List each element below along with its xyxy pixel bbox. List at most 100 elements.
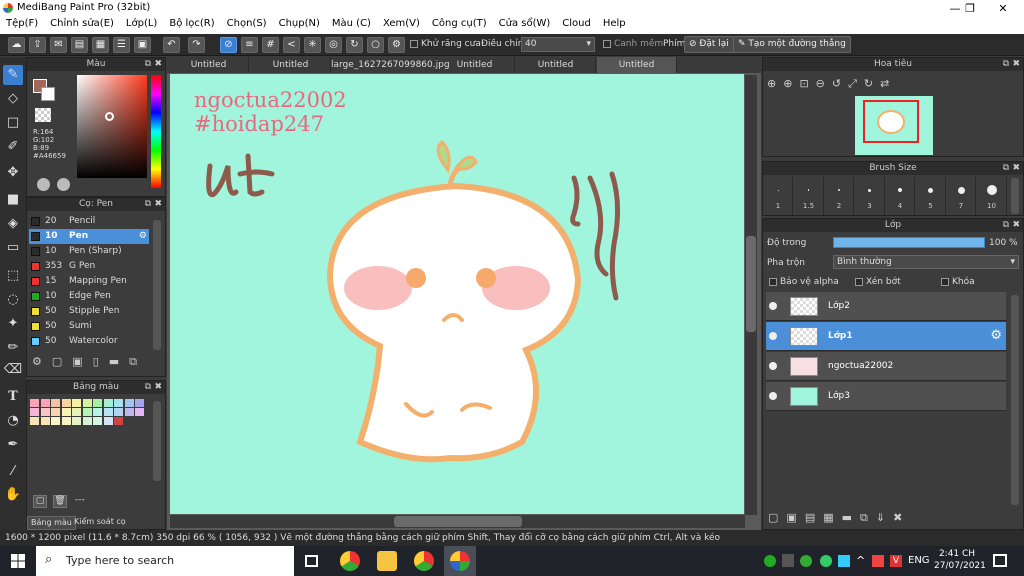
palette-swatch[interactable] — [103, 417, 113, 425]
dropper-icon[interactable]: ⁄ — [3, 462, 23, 482]
tab-document[interactable]: large_1627267099860.jpg — [331, 57, 450, 73]
chrome-icon[interactable] — [340, 551, 360, 571]
navigator-thumbnail[interactable] — [855, 96, 933, 155]
vanishing-snap-icon[interactable]: < — [283, 37, 300, 53]
palette-swatch[interactable] — [124, 399, 134, 407]
close-icon[interactable]: ✖ — [1012, 219, 1020, 232]
brush-size-item[interactable]: 7 — [946, 177, 976, 215]
palette-swatch[interactable] — [30, 408, 39, 416]
float-icon[interactable]: ⧉ — [145, 58, 151, 71]
palette-swatch[interactable] — [61, 417, 71, 425]
menu-cloud[interactable]: Cloud — [556, 17, 597, 34]
layer-scrollbar[interactable] — [1011, 295, 1019, 505]
lasso-tool-icon[interactable]: ◌ — [3, 290, 23, 310]
delete-layer-icon[interactable]: ✖ — [893, 511, 910, 524]
shape-tool-icon[interactable]: ■ — [3, 190, 23, 210]
close-icon[interactable]: ✖ — [1012, 58, 1020, 71]
hue-slider[interactable] — [151, 75, 161, 188]
palette-swatch[interactable] — [114, 408, 123, 416]
tab-document[interactable]: Untitled — [251, 57, 331, 73]
eye-icon[interactable] — [769, 392, 777, 400]
lock-checkbox[interactable]: Khóa — [941, 277, 975, 287]
tab-document[interactable]: Untitled — [516, 57, 596, 73]
brush-item[interactable]: 20 Pencil — [29, 214, 149, 229]
palette-swatch[interactable] — [135, 408, 144, 416]
clock[interactable]: 2:41 CH 27/07/2021 — [934, 548, 986, 572]
palette-swatch[interactable] — [40, 399, 50, 407]
zoom-fit-icon[interactable]: ⊕ — [767, 77, 783, 90]
layer-row-selected[interactable]: Lớp1 ⚙ — [766, 322, 1006, 351]
blend-select[interactable]: Bình thường ▾ — [833, 255, 1019, 269]
cross-snap-icon[interactable]: # — [262, 37, 279, 53]
new-halftone-icon[interactable]: ▣ — [786, 511, 804, 524]
menu-snap[interactable]: Chụp(N) — [273, 17, 326, 34]
hand-tool-icon[interactable]: ✋ — [3, 485, 23, 505]
language-indicator[interactable]: ENG — [908, 555, 930, 566]
close-icon[interactable]: ✖ — [154, 58, 162, 71]
palette-swatch[interactable] — [93, 399, 102, 407]
float-icon[interactable]: ⧉ — [1003, 58, 1009, 71]
close-icon[interactable]: ✖ — [1012, 162, 1020, 175]
reset-button[interactable]: ⊘ Đặt lại — [684, 36, 734, 53]
select-eraser-icon[interactable]: ⌫ — [3, 360, 23, 380]
chrome-icon-2[interactable] — [414, 551, 434, 571]
canvas-hscrollbar[interactable] — [394, 516, 522, 527]
task-view-icon[interactable] — [305, 555, 318, 567]
palette-swatch[interactable] — [30, 399, 39, 407]
eye-icon[interactable] — [769, 362, 777, 370]
layer-row[interactable]: Lớp3 — [766, 382, 1006, 411]
float-icon[interactable]: ⧉ — [145, 198, 151, 211]
float-icon[interactable]: ⧉ — [1003, 219, 1009, 232]
brush-size-item[interactable]: 3 — [855, 177, 885, 215]
file-explorer-icon[interactable] — [377, 551, 397, 571]
taskbar-search[interactable]: ⌕ Type here to search — [36, 546, 294, 576]
brush-tool-icon[interactable]: ✎ — [3, 65, 23, 85]
tray-app-icon-6[interactable]: V — [890, 555, 902, 567]
copy-icon[interactable]: ⧉ — [129, 355, 147, 368]
bucket-tool-icon[interactable]: ◈ — [3, 214, 23, 234]
menu-select[interactable]: Chọn(S) — [221, 17, 273, 34]
tab-document[interactable]: Untitled — [435, 57, 515, 73]
color-picker-cursor[interactable] — [105, 112, 114, 121]
rotate-left-icon[interactable]: ↺ — [832, 77, 848, 90]
palette-swatch[interactable] — [51, 408, 60, 416]
smooth-checkbox[interactable]: Canh mềm — [603, 39, 663, 49]
select-tool-icon[interactable]: ⬚ — [3, 266, 23, 286]
eye-icon[interactable] — [769, 302, 777, 310]
layer-row[interactable]: ngoctua22002 — [766, 352, 1006, 381]
snap-off-icon[interactable]: ⊘ — [220, 37, 237, 53]
palette-swatch[interactable] — [61, 408, 71, 416]
tab-document[interactable]: Untitled — [169, 57, 249, 73]
folder-icon[interactable]: ▬ — [109, 355, 129, 368]
add-layer-menu-icon[interactable]: ▦ — [823, 511, 841, 524]
magic-wand-icon[interactable]: ✦ — [3, 314, 23, 334]
circle-snap-icon[interactable]: ◎ — [325, 37, 342, 53]
redo-icon[interactable]: ↷ — [188, 37, 205, 53]
menu-filter[interactable]: Bộ lọc(R) — [163, 17, 220, 34]
rotate-right-icon[interactable]: ↻ — [864, 77, 880, 90]
text-tool-icon[interactable]: T — [3, 387, 23, 407]
undo-icon[interactable]: ↶ — [163, 37, 180, 53]
menu-color[interactable]: Màu (C) — [326, 17, 377, 34]
tray-app-icon-4[interactable] — [838, 555, 850, 567]
float-icon[interactable]: ⧉ — [1003, 162, 1009, 175]
gear-icon[interactable]: ⚙ — [139, 229, 147, 244]
tray-app-icon[interactable] — [782, 554, 794, 567]
add-brush-icon[interactable]: ⚙ — [32, 355, 52, 368]
brush-size-item[interactable]: 2 — [824, 177, 854, 215]
palette-swatch[interactable] — [40, 417, 50, 425]
palette-swatch[interactable] — [72, 417, 81, 425]
tray-app-icon-5[interactable] — [872, 555, 884, 567]
eyedropper-icon[interactable]: ✒ — [3, 435, 23, 455]
new-palette-icon[interactable]: ▢ — [33, 495, 47, 508]
eraser-tool-icon[interactable]: ◇ — [3, 89, 23, 109]
brush-scrollbar[interactable] — [153, 220, 161, 350]
tab-document-active[interactable]: Untitled — [597, 57, 677, 73]
tab-brush-control[interactable]: Kiểm soát cọ — [71, 516, 129, 530]
brush-item[interactable]: 50 Sumi — [29, 319, 149, 334]
brush-size-item[interactable]: 1 — [763, 177, 793, 215]
opacity-slider[interactable] — [833, 237, 985, 248]
menu-tools[interactable]: Công cụ(T) — [426, 17, 493, 34]
zoom-out-icon[interactable]: ⊖ — [816, 77, 832, 90]
close-icon[interactable]: ✖ — [154, 381, 162, 394]
